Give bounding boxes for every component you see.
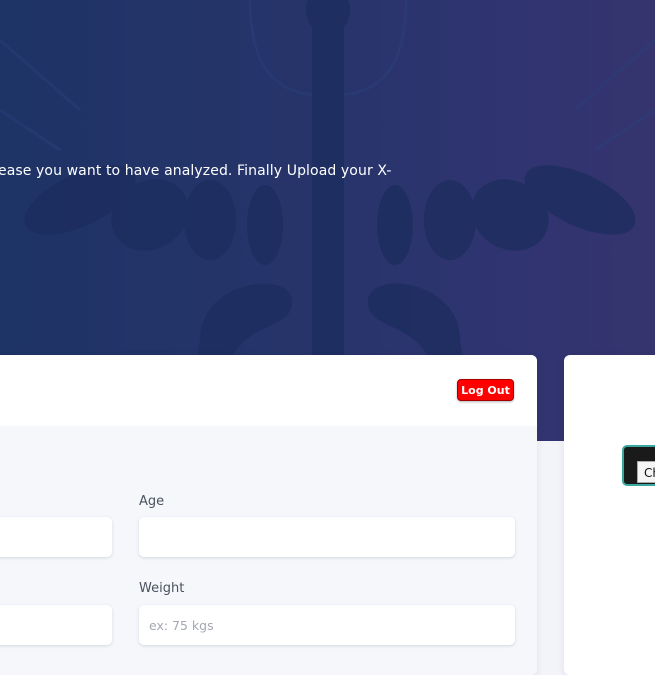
age-input[interactable] [139, 517, 515, 557]
left-top-input[interactable] [0, 517, 112, 557]
patient-form-card: Log Out Age Weight [0, 355, 537, 675]
age-label: Age [139, 494, 165, 509]
weight-label: Weight [139, 581, 185, 596]
left-bottom-input[interactable] [0, 605, 112, 645]
choose-file-button[interactable]: Ch [622, 445, 655, 486]
side-card: Ch [564, 355, 655, 675]
hero-instructions: ease you want to have analyzed. Finally … [0, 163, 392, 179]
button-tooltip: Ch [637, 461, 655, 483]
weight-input[interactable] [139, 605, 515, 645]
logout-button[interactable]: Log Out [457, 379, 514, 401]
card-header: Log Out [0, 355, 537, 426]
